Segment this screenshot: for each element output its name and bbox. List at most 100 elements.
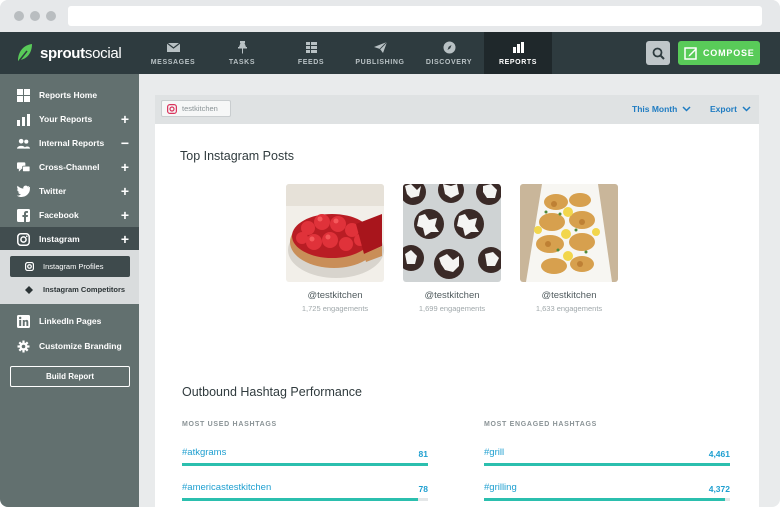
- profile-selector[interactable]: testkitchen: [161, 100, 231, 117]
- report-toolbar: testkitchen This Month Export: [155, 95, 759, 124]
- post-handle[interactable]: @testkitchen: [520, 290, 618, 301]
- instagram-icon: [167, 103, 177, 114]
- nav-label: MESSAGES: [150, 58, 196, 66]
- sidebar-item-internal-reports[interactable]: Internal Reports −: [0, 131, 139, 155]
- paper-plane-icon: [373, 41, 387, 53]
- nav-label: REPORTS: [498, 58, 538, 66]
- nav-reports[interactable]: REPORTS: [484, 32, 552, 74]
- sidebar-item-label: Facebook: [39, 210, 79, 220]
- sidebar-item-label: Twitter: [39, 186, 67, 196]
- post-engagements: 1,699 engagements: [418, 304, 486, 313]
- minus-icon[interactable]: −: [121, 136, 129, 150]
- compass-icon: [443, 41, 455, 53]
- nav-tasks[interactable]: TASKS: [208, 32, 276, 74]
- sidebar-item-linkedin-pages[interactable]: LinkedIn Pages: [0, 309, 139, 333]
- address-bar[interactable]: [68, 6, 762, 26]
- hashtag-row: #grill 4,461: [484, 447, 730, 467]
- hashtag-label[interactable]: #americastestkitchen: [182, 482, 271, 493]
- sidebar-item-cross-channel[interactable]: Cross-Channel +: [0, 155, 139, 179]
- hashtag-bar-fill: [182, 498, 419, 501]
- sidebar-item-your-reports[interactable]: Your Reports +: [0, 107, 139, 131]
- nav-publishing[interactable]: PUBLISHING: [346, 32, 414, 74]
- search-icon: [652, 47, 665, 60]
- sidebar-subitem-label: Instagram Profiles: [43, 262, 104, 271]
- hashtag-count: 4,461: [708, 449, 730, 459]
- compose-icon: [684, 47, 697, 60]
- plus-icon[interactable]: +: [121, 160, 129, 174]
- window-minimize-dot[interactable]: [30, 11, 40, 21]
- instagram-submenu: Instagram Profiles Instagram Competitors: [0, 250, 139, 304]
- hashtag-row: #grilling 4,372: [484, 482, 730, 502]
- sidebar-item-facebook[interactable]: Facebook +: [0, 203, 139, 227]
- users-icon: [17, 137, 30, 150]
- post-engagements: 1,633 engagements: [535, 304, 603, 313]
- date-range-label: This Month: [632, 104, 678, 114]
- date-range-dropdown[interactable]: This Month: [632, 104, 691, 114]
- hashtag-bar-fill: [182, 463, 428, 466]
- window-close-dot[interactable]: [14, 11, 24, 21]
- export-dropdown[interactable]: Export: [710, 104, 751, 114]
- hashtag-label[interactable]: #grill: [484, 447, 504, 458]
- sidebar-item-label: LinkedIn Pages: [39, 316, 102, 326]
- top-navigation: sprout social MESSAGES TASKS FEEDS PUBLIS…: [0, 32, 780, 74]
- compose-button[interactable]: COMPOSE: [678, 41, 760, 65]
- sidebar-item-customize-branding[interactable]: Customize Branding: [0, 334, 139, 358]
- sidebar-item-twitter[interactable]: Twitter +: [0, 179, 139, 203]
- search-button[interactable]: [646, 41, 670, 65]
- hashtag-count: 4,372: [708, 484, 730, 494]
- sidebar-subitem-label: Instagram Competitors: [43, 285, 126, 294]
- brand-name-bold: sprout: [40, 44, 85, 62]
- twitter-icon: [17, 185, 30, 198]
- sidebar-subitem-instagram-profiles[interactable]: Instagram Profiles: [10, 256, 130, 277]
- sidebar: Reports Home Your Reports + Internal Rep…: [0, 74, 139, 507]
- plus-icon[interactable]: +: [121, 112, 129, 126]
- nav-discovery[interactable]: DISCOVERY: [415, 32, 483, 74]
- post-image-strawberry-pie[interactable]: [286, 184, 384, 282]
- window-zoom-dot[interactable]: [46, 11, 56, 21]
- profile-name: testkitchen: [182, 104, 218, 113]
- hashtag-bar-track: [182, 463, 428, 466]
- post-handle[interactable]: @testkitchen: [403, 290, 501, 301]
- build-report-button[interactable]: Build Report: [10, 366, 130, 387]
- post-handle[interactable]: @testkitchen: [286, 290, 384, 301]
- plus-icon[interactable]: +: [121, 208, 129, 222]
- sidebar-item-label: Cross-Channel: [39, 162, 100, 172]
- instagram-icon: [17, 232, 30, 246]
- sidebar-subitem-instagram-competitors[interactable]: Instagram Competitors: [10, 279, 130, 300]
- bar-chart-icon: [512, 41, 524, 53]
- post-image-crinkle-cookies[interactable]: [403, 184, 501, 282]
- nav-feeds[interactable]: FEEDS: [277, 32, 345, 74]
- most-used-hashtags-heading: MOST USED HASHTAGS: [182, 421, 277, 428]
- hashtag-label[interactable]: #grilling: [484, 482, 517, 493]
- nav-label: TASKS: [228, 58, 256, 66]
- facebook-icon: [17, 208, 30, 222]
- nav-messages[interactable]: MESSAGES: [139, 32, 207, 74]
- chevron-down-icon: [742, 106, 751, 112]
- top-post-card[interactable]: @testkitchen 1,725 engagements: [286, 184, 384, 313]
- gear-icon: [17, 340, 30, 353]
- sidebar-item-label: Internal Reports: [39, 138, 105, 148]
- nav-label: FEEDS: [297, 58, 325, 66]
- brand-name-light: social: [84, 44, 122, 62]
- hashtag-row: #atkgrams 81: [182, 447, 428, 467]
- plus-icon[interactable]: +: [121, 232, 129, 246]
- post-engagements: 1,725 engagements: [301, 304, 369, 313]
- hashtag-bar-fill: [484, 463, 730, 466]
- post-image-chicken-piccata[interactable]: [520, 184, 618, 282]
- app-window: sprout social MESSAGES TASKS FEEDS PUBLIS…: [0, 0, 780, 507]
- sidebar-item-label: Reports Home: [39, 90, 98, 100]
- sidebar-item-reports-home[interactable]: Reports Home: [0, 83, 139, 107]
- hashtag-performance-title: Outbound Hashtag Performance: [182, 385, 362, 399]
- top-post-card[interactable]: @testkitchen 1,699 engagements: [403, 184, 501, 313]
- pin-icon: [237, 40, 247, 53]
- brand-logo[interactable]: sprout social: [16, 32, 122, 74]
- sidebar-item-instagram[interactable]: Instagram +: [0, 227, 139, 251]
- sidebar-item-label: Customize Branding: [39, 341, 122, 351]
- hashtag-count: 78: [418, 484, 428, 494]
- top-post-card[interactable]: @testkitchen 1,633 engagements: [520, 184, 618, 313]
- linkedin-icon: [17, 314, 30, 328]
- hashtag-label[interactable]: #atkgrams: [182, 447, 226, 458]
- chat-icon: [17, 161, 30, 174]
- plus-icon[interactable]: +: [121, 184, 129, 198]
- hashtag-bar-track: [484, 498, 730, 501]
